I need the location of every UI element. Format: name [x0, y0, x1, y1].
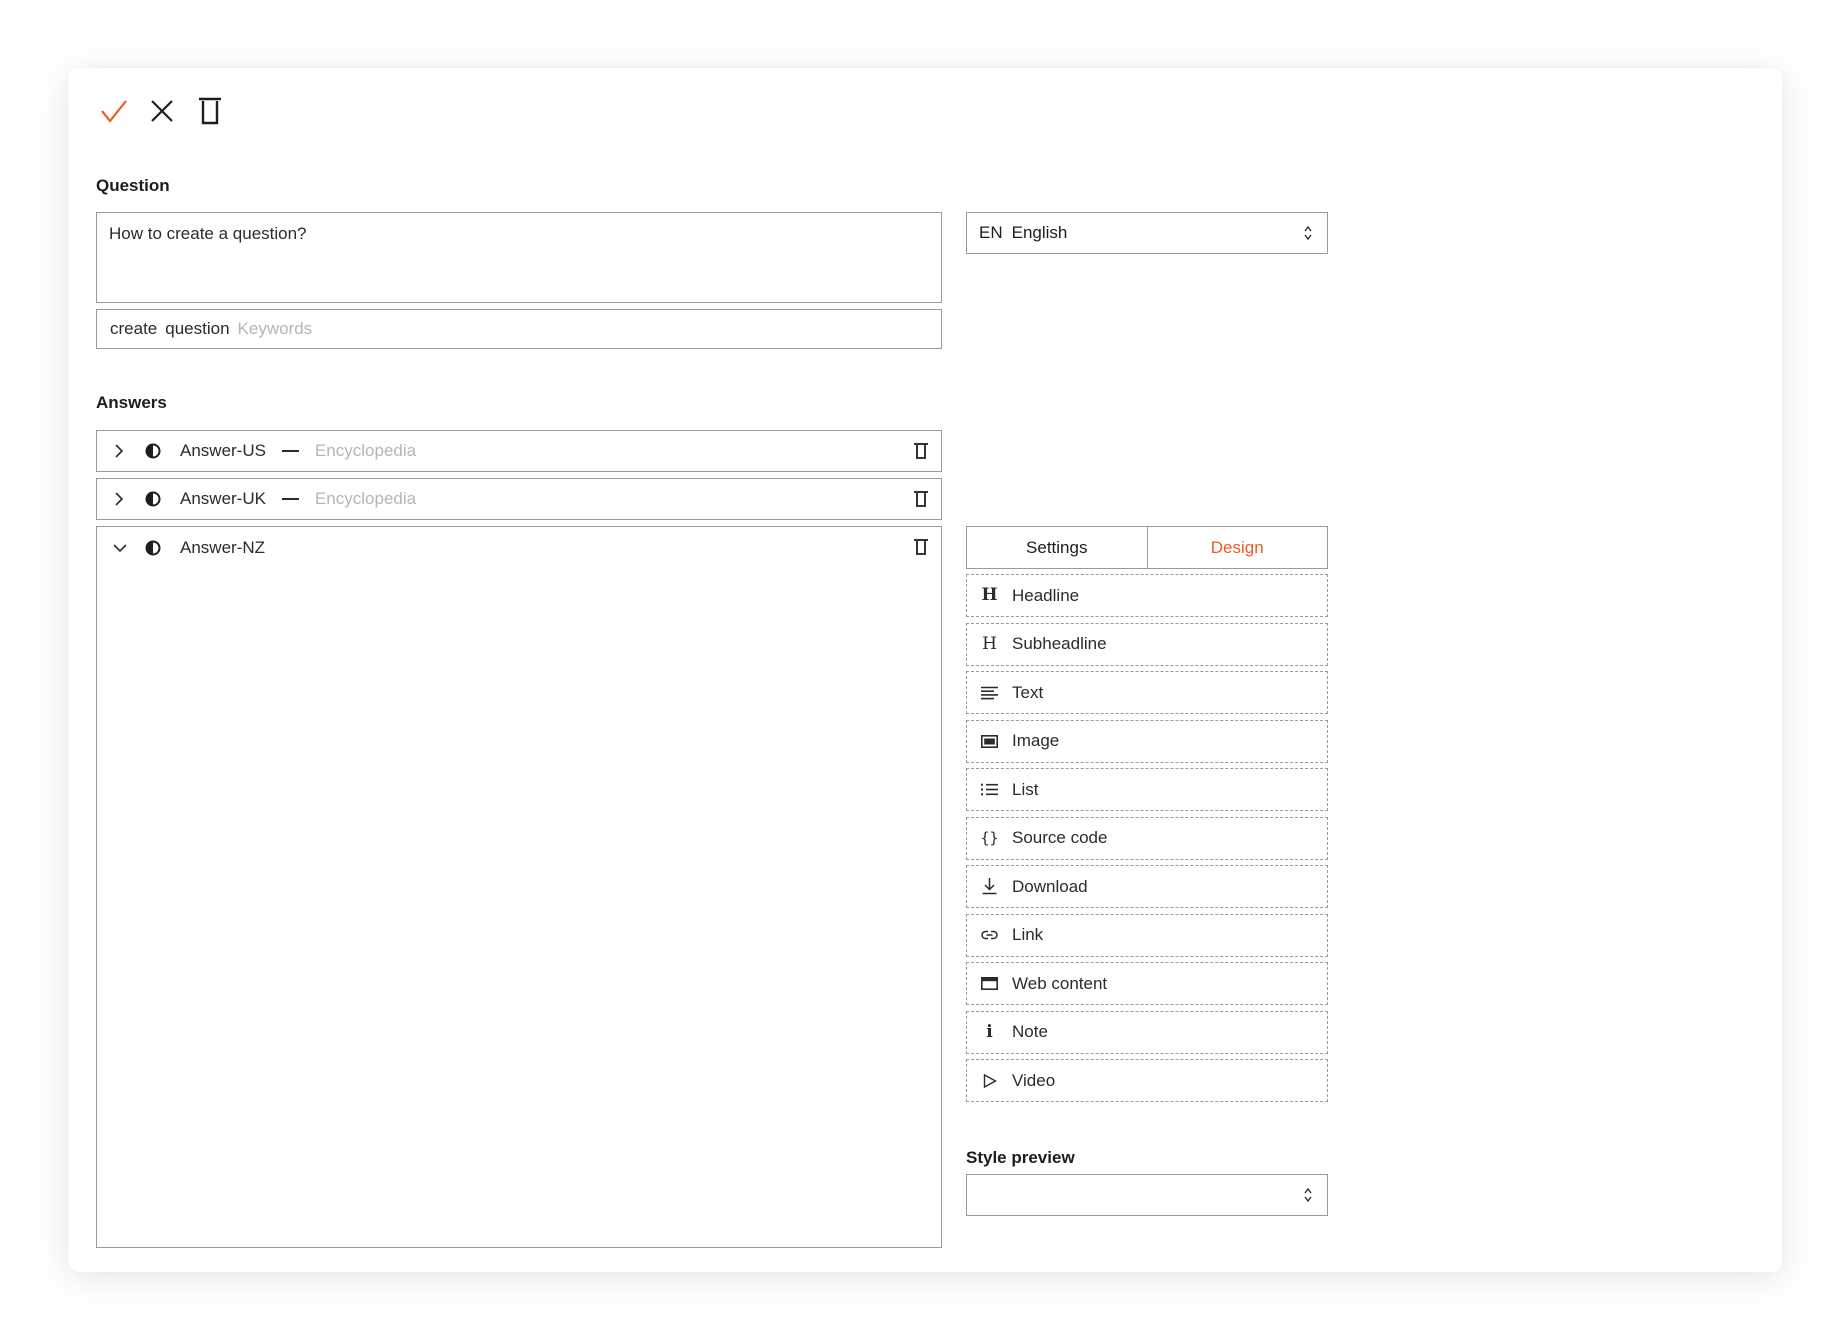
image-icon	[981, 733, 998, 750]
block-note[interactable]: i Note	[966, 1010, 1328, 1054]
trash-icon[interactable]	[913, 490, 929, 508]
style-preview-heading: Style preview	[966, 1148, 1075, 1167]
info-icon: i	[986, 1021, 993, 1042]
block-label: Subheadline	[1012, 634, 1107, 653]
block-source-code[interactable]: {} Source code	[966, 816, 1328, 860]
style-preview-select[interactable]	[966, 1174, 1328, 1216]
block-label: Download	[1012, 876, 1088, 896]
answers-heading: Answers	[96, 393, 167, 412]
question-text: How to create a question?	[109, 224, 307, 243]
keyword-tag[interactable]: create	[110, 319, 157, 339]
subheadline-icon: H	[982, 633, 997, 654]
panel-tabs: Settings Design	[966, 526, 1328, 569]
block-label: Note	[1012, 1022, 1048, 1041]
answer-row-us[interactable]: Answer-US Encyclopedia	[96, 430, 942, 472]
confirm-button[interactable]	[96, 92, 132, 130]
question-heading: Question	[96, 176, 170, 195]
block-video[interactable]: Video	[966, 1059, 1328, 1102]
check-icon	[101, 100, 127, 123]
separator-dash	[281, 498, 299, 500]
block-label: List	[1012, 779, 1039, 799]
cancel-button[interactable]	[144, 92, 180, 130]
link-icon	[981, 927, 998, 944]
headline-icon: H	[981, 585, 998, 605]
contrast-icon	[145, 540, 161, 556]
select-arrows-icon	[1304, 225, 1312, 241]
language-select[interactable]: EN English	[966, 212, 1328, 254]
language-name: English	[1011, 223, 1068, 242]
block-label: Headline	[1012, 585, 1080, 605]
tab-design[interactable]: Design	[1146, 527, 1328, 568]
block-label: Web content	[1012, 973, 1108, 993]
block-list[interactable]: List	[966, 768, 1328, 811]
answer-source: Encyclopedia	[314, 441, 417, 460]
contrast-icon	[145, 491, 161, 507]
tab-settings[interactable]: Settings	[967, 527, 1147, 568]
chevron-down-icon[interactable]	[113, 542, 127, 554]
play-icon	[981, 1072, 998, 1089]
chevron-right-icon[interactable]	[113, 444, 127, 458]
answer-name: Answer-UK	[180, 489, 266, 508]
content-block-list: H Headline H Subheadline Text Image List…	[966, 574, 1328, 1108]
answer-row-uk[interactable]: Answer-UK Encyclopedia	[96, 478, 942, 520]
block-download[interactable]: Download	[966, 865, 1328, 908]
trash-icon[interactable]	[913, 538, 929, 556]
block-subheadline[interactable]: H Subheadline	[966, 622, 1328, 666]
trash-icon[interactable]	[913, 442, 929, 460]
answer-name: Answer-US	[180, 441, 266, 460]
trash-icon	[199, 97, 221, 125]
close-icon	[151, 100, 173, 122]
text-icon	[981, 684, 998, 701]
answer-name: Answer-NZ	[180, 538, 266, 557]
block-label: Video	[1012, 1070, 1056, 1090]
question-text-field[interactable]: How to create a question?	[96, 212, 942, 303]
keywords-field[interactable]: create question Keywords	[96, 309, 942, 349]
answer-header-nz: Answer-NZ	[97, 527, 941, 569]
block-label: Image	[1012, 731, 1060, 750]
block-headline[interactable]: H Headline	[966, 574, 1328, 617]
block-label: Source code	[1012, 828, 1108, 847]
block-image[interactable]: Image	[966, 719, 1328, 763]
separator-dash	[281, 450, 299, 452]
select-arrows-icon	[1304, 1187, 1312, 1203]
question-editor-card: Question How to create a question? creat…	[68, 68, 1782, 1272]
contrast-icon	[145, 443, 161, 459]
chevron-right-icon[interactable]	[113, 492, 127, 506]
list-icon	[981, 781, 998, 798]
block-label: Link	[1012, 925, 1044, 944]
block-web-content[interactable]: Web content	[966, 962, 1328, 1005]
toolbar	[96, 92, 228, 130]
web-content-icon	[981, 975, 998, 992]
source-code-icon: {}	[980, 828, 999, 847]
keyword-tag[interactable]: question	[165, 319, 229, 339]
block-link[interactable]: Link	[966, 913, 1328, 957]
keywords-placeholder: Keywords	[237, 319, 313, 338]
download-icon	[981, 878, 998, 895]
block-text[interactable]: Text	[966, 671, 1328, 714]
language-code: EN	[979, 223, 1003, 242]
block-label: Text	[1012, 682, 1044, 702]
delete-question-button[interactable]	[192, 92, 228, 130]
answer-source: Encyclopedia	[314, 489, 417, 508]
answer-panel-nz[interactable]: Answer-NZ	[96, 526, 942, 1248]
